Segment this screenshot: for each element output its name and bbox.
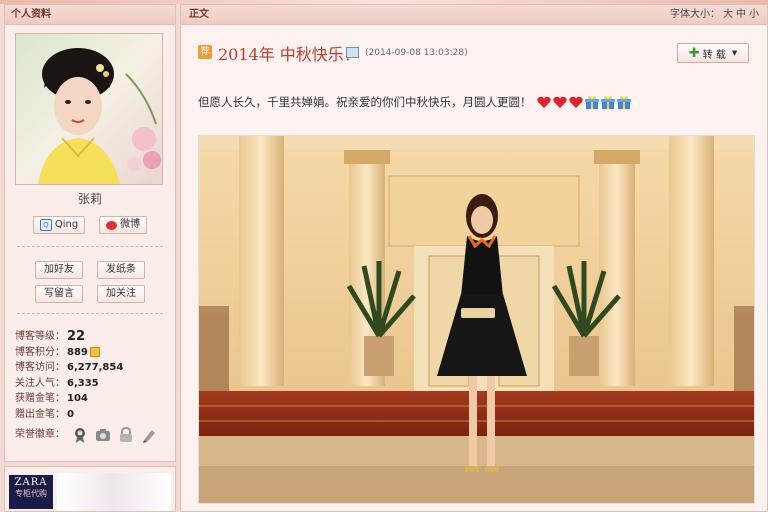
send-note-button[interactable]: 发纸条 [97, 261, 145, 279]
lock-icon[interactable] [118, 427, 134, 443]
font-size-large[interactable]: 大 [723, 9, 733, 20]
avatar[interactable] [15, 33, 163, 185]
gift-icon [601, 95, 616, 109]
article-panel-header: 正文 字体大小：大中小 [181, 5, 767, 25]
chevron-down-icon: ▼ [731, 49, 738, 57]
repost-button[interactable]: ✚ 转 载 ▼ [677, 43, 749, 63]
stat-gold-received-label: 获赠金笔： [15, 393, 65, 404]
ad-panel[interactable]: ZARA 专柜代购 [4, 466, 176, 512]
stat-points-label: 博客积分： [15, 346, 65, 358]
weibo-icon [106, 220, 118, 230]
pen-icon[interactable] [141, 427, 157, 443]
add-friend-button[interactable]: 加好友 [35, 261, 83, 279]
divider [17, 246, 163, 247]
action-buttons-row-2: 写留言 加关注 [5, 285, 175, 303]
gift-icon [585, 95, 600, 109]
action-buttons-row-1: 加好友 发纸条 [5, 261, 175, 279]
font-size-control: 字体大小：大中小 [667, 5, 759, 24]
qing-icon: Q [39, 219, 52, 231]
post-title[interactable]: 2014年 中秋快乐！ [218, 41, 360, 65]
stat-points-value[interactable]: 889 [67, 345, 88, 361]
stat-level-label: 博客等级： [15, 331, 65, 342]
weibo-button[interactable]: 微博 [99, 216, 148, 234]
stat-followers-value: 6,335 [67, 377, 99, 389]
stat-followers: 关注人气： 6,335 [15, 376, 171, 392]
repost-label: 转 载 [702, 49, 726, 61]
gift-icon [617, 95, 632, 109]
points-coin-icon [89, 347, 100, 358]
follow-button[interactable]: 加关注 [97, 285, 145, 303]
stat-followers-label: 关注人气： [15, 377, 65, 389]
profile-panel: 个人资料 张莉 Q Qing 微博 加好友 发纸条 写留言 加关注 博客等级： … [4, 4, 176, 462]
social-buttons: Q Qing 微博 [5, 216, 175, 234]
stat-gold-given-value: 0 [67, 408, 74, 420]
plus-icon: ✚ [688, 45, 700, 61]
font-size-medium[interactable]: 中 [736, 9, 746, 20]
post-timestamp: (2014-09-08 13:03:28) [365, 48, 468, 58]
stat-level: 博客等级： 22 [15, 329, 171, 345]
stat-honor: 荣誉徽章： [15, 422, 171, 448]
stat-visits-value: 6,277,854 [67, 362, 124, 373]
stat-points: 博客积分： 889 [15, 345, 171, 361]
font-size-label: 字体大小： [670, 9, 720, 20]
stat-level-value[interactable]: 22 [67, 329, 85, 345]
stat-gold-given-label: 赠出金笔： [15, 408, 65, 420]
blog-stats: 博客等级： 22 博客积分： 889 博客访问： 6,277,854 关注人气：… [15, 329, 171, 448]
article-panel: 正文 字体大小：大中小 荐 2014年 中秋快乐！ (2014-09-08 13… [180, 4, 768, 512]
ad-image[interactable] [57, 473, 171, 511]
stat-visits-label: 博客访问： [15, 362, 65, 373]
post-body-text: 但愿人长久，千里共婵娟。祝亲爱的你们中秋快乐，月圆人更圆！ [198, 95, 532, 109]
heart-icon [553, 96, 567, 108]
stat-gold-given: 赠出金笔： 0 [15, 407, 171, 423]
profile-name[interactable]: 张莉 [5, 190, 175, 207]
stat-honor-label: 荣誉徽章： [15, 429, 65, 441]
divider [17, 313, 163, 314]
article-panel-title: 正文 [189, 9, 209, 20]
profile-panel-title: 个人资料 [5, 5, 175, 25]
heart-icon [537, 96, 551, 108]
ad-subtitle: 专柜代购 [15, 489, 47, 498]
qing-label: Qing [54, 219, 79, 230]
ad-brand: ZARA [14, 477, 48, 488]
post-photo[interactable] [198, 135, 755, 504]
camera-icon[interactable] [95, 427, 111, 443]
recommended-tag: 荐 [198, 45, 212, 59]
zara-logo[interactable]: ZARA 专柜代购 [9, 475, 53, 509]
stat-visits: 博客访问： 6,277,854 [15, 360, 171, 376]
ribbon-medal-icon[interactable] [72, 427, 88, 443]
heart-icon [569, 96, 583, 108]
stat-gold-received: 获赠金笔： 104 [15, 391, 171, 407]
write-message-button[interactable]: 写留言 [35, 285, 83, 303]
post-body: 但愿人长久，千里共婵娟。祝亲爱的你们中秋快乐，月圆人更圆！ [198, 94, 632, 110]
qing-button[interactable]: Q Qing [32, 216, 86, 234]
image-icon [346, 47, 359, 58]
font-size-small[interactable]: 小 [749, 9, 759, 20]
stat-gold-received-value: 104 [67, 393, 88, 404]
weibo-label: 微博 [120, 219, 141, 230]
